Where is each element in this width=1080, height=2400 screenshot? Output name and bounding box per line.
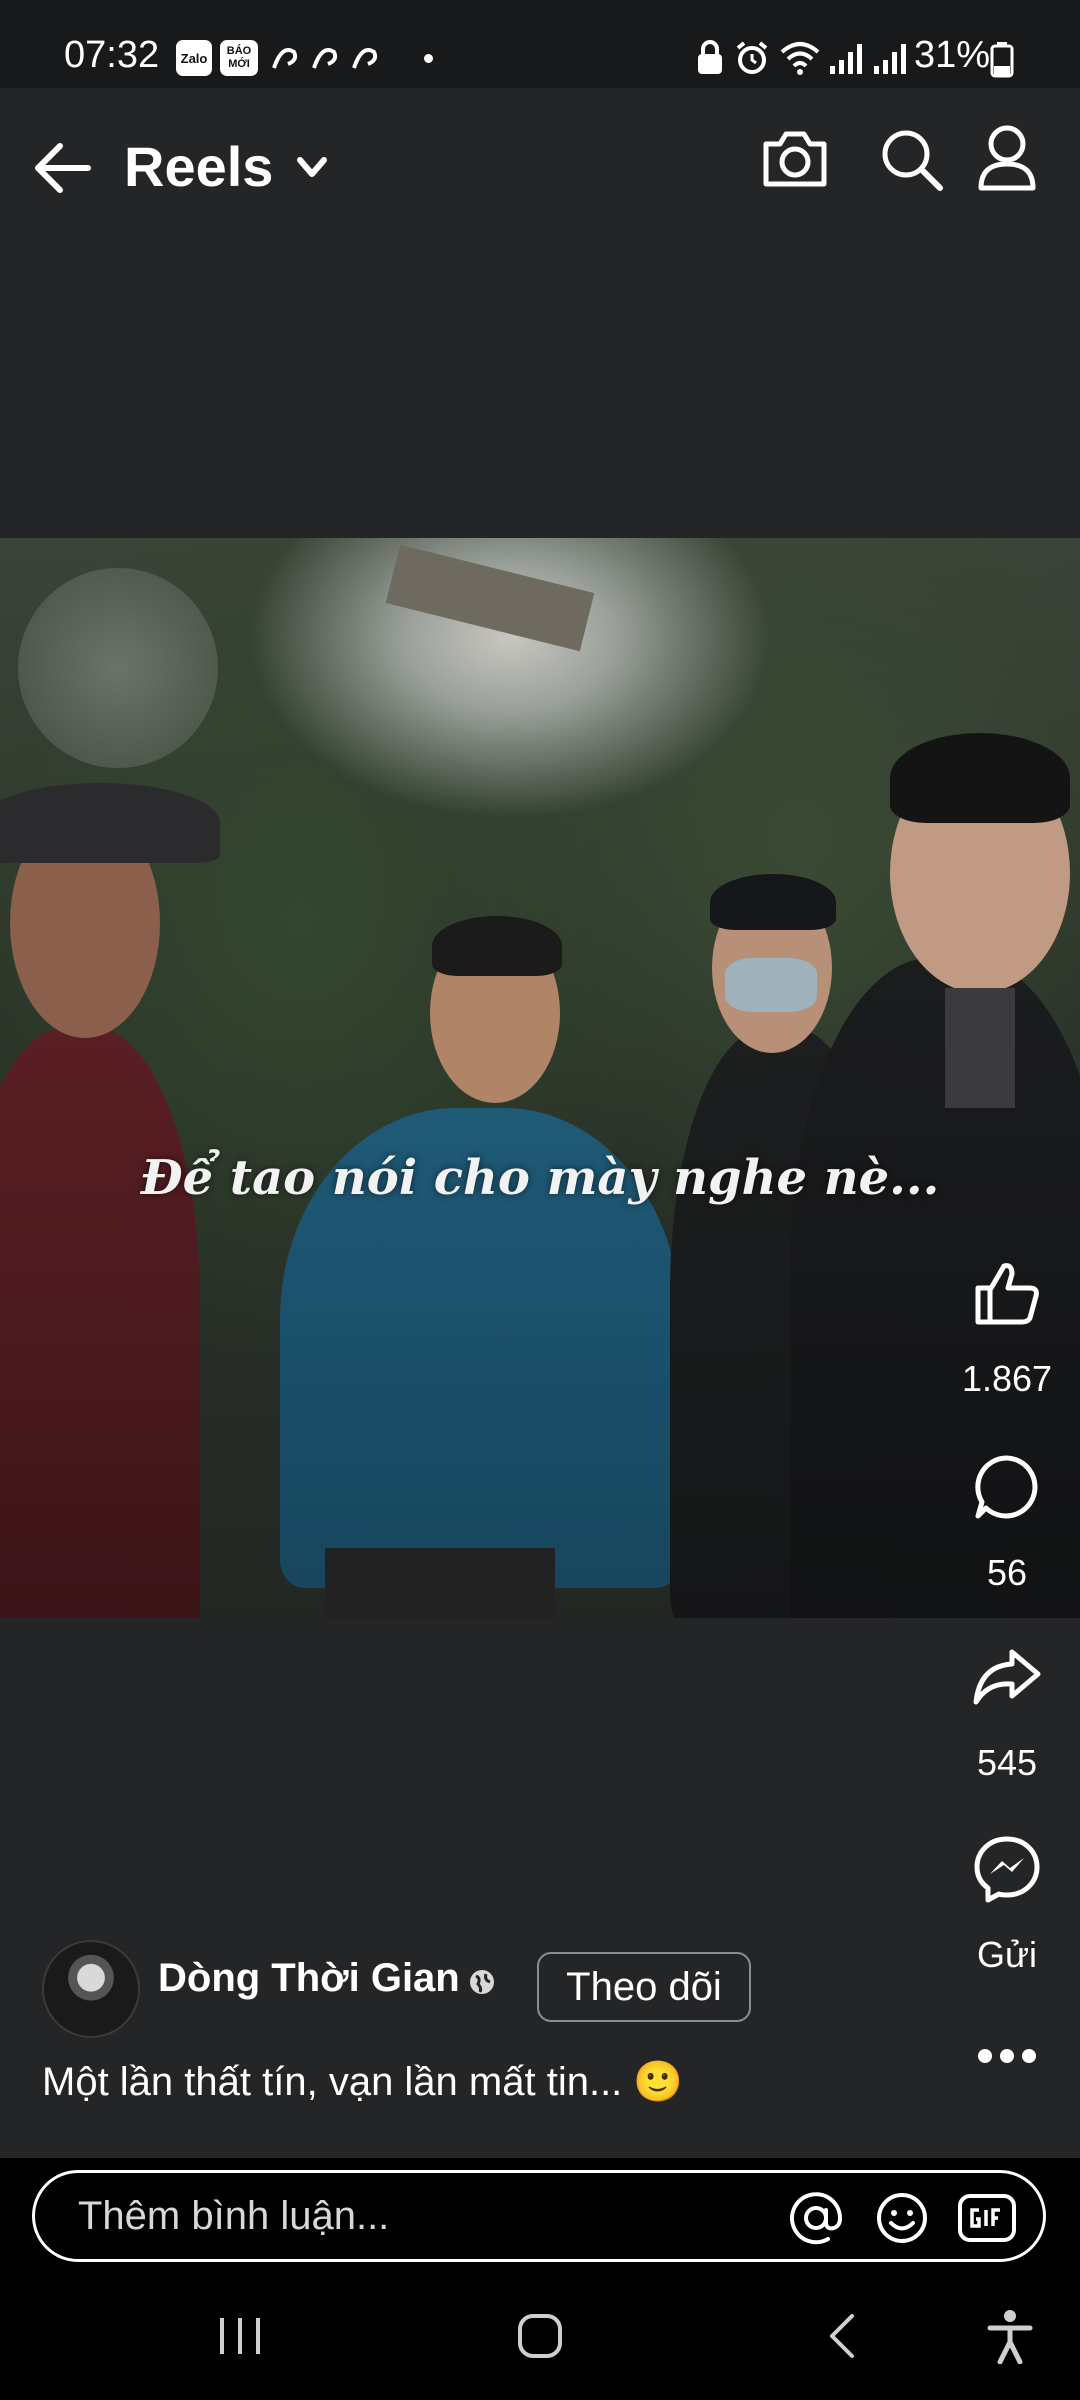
signal-icon <box>874 44 906 74</box>
post-caption-text: Một lần thất tín, vạn lần mất tin... <box>42 2060 623 2104</box>
video-letterbox-top <box>0 248 1080 538</box>
comment-placeholder[interactable]: Thêm bình luận... <box>78 2194 389 2239</box>
gif-icon[interactable] <box>956 2190 1018 2246</box>
follow-button[interactable]: Theo dõi <box>537 1952 751 2022</box>
like-count: 1.867 <box>961 1358 1053 1399</box>
zalo-notification-icon: Zalo <box>176 40 212 76</box>
wifi-icon <box>780 42 820 75</box>
mention-icon[interactable] <box>786 2188 846 2248</box>
battery-percent: 31% <box>914 34 991 76</box>
page-title[interactable]: Reels <box>124 134 273 199</box>
signal-icon <box>830 44 862 74</box>
alarm-icon <box>736 41 768 74</box>
baomoi-notification-icon: BÁO MỚI <box>220 40 258 76</box>
profile-icon[interactable] <box>976 124 1038 192</box>
camera-icon[interactable] <box>760 128 830 190</box>
recent-apps-icon[interactable] <box>214 2314 266 2358</box>
chevron-down-icon[interactable] <box>292 150 332 186</box>
globe-icon <box>470 1970 494 1994</box>
back-nav-icon[interactable] <box>822 2312 862 2360</box>
accessibility-icon[interactable] <box>984 2308 1036 2364</box>
share-count: 545 <box>976 1742 1038 1783</box>
more-notifications-dot <box>424 54 433 63</box>
post-caption: Một lần thất tín, vạn lần mất tin... 🙂 <box>42 2058 683 2105</box>
comment-icon[interactable] <box>972 1452 1042 1522</box>
watermark-logo <box>18 568 218 768</box>
comment-count: 56 <box>986 1552 1028 1593</box>
home-icon[interactable] <box>514 2310 566 2362</box>
like-icon[interactable] <box>972 1260 1042 1326</box>
reel-video[interactable] <box>0 538 1080 1618</box>
search-icon[interactable] <box>878 126 944 192</box>
video-caption: Để tao nói cho mày nghe nè... <box>140 1150 940 1206</box>
status-time: 07:32 <box>64 34 160 76</box>
lock-icon <box>698 40 722 74</box>
messenger-icon[interactable] <box>972 1834 1042 1904</box>
avatar[interactable] <box>42 1940 140 2038</box>
author-name[interactable]: Dòng Thời Gian <box>158 1956 460 2001</box>
battery-icon <box>990 42 1014 78</box>
emoji-icon[interactable] <box>872 2188 932 2248</box>
more-options-icon[interactable] <box>976 2044 1038 2068</box>
back-arrow-icon[interactable] <box>30 138 94 198</box>
share-icon[interactable] <box>972 1646 1042 1706</box>
smile-emoji: 🙂 <box>633 2060 684 2104</box>
send-label[interactable]: Gửi <box>937 1934 1077 1976</box>
notification-icons <box>272 48 378 69</box>
